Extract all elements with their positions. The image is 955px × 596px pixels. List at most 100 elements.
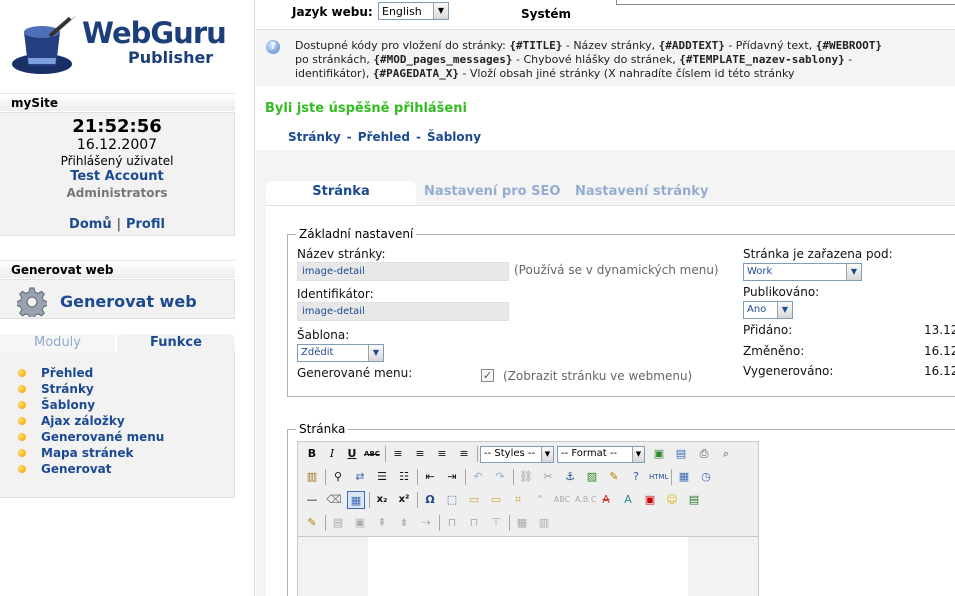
- html-source-icon[interactable]: HTML: [649, 468, 668, 486]
- layer-backward-icon[interactable]: ⌗: [509, 491, 527, 509]
- remove-format-icon[interactable]: ⌫: [325, 491, 343, 509]
- tab-page-settings[interactable]: Nastavení stránky: [575, 181, 708, 205]
- menu-item-sitemap[interactable]: Mapa stránek: [18, 445, 234, 461]
- bold-button[interactable]: B: [303, 445, 321, 463]
- profile-link[interactable]: Profil: [126, 217, 165, 232]
- anchor-icon[interactable]: ⚓: [561, 468, 579, 486]
- split-cells-icon[interactable]: ▦: [513, 514, 531, 532]
- abbr-icon[interactable]: ABC: [553, 491, 571, 509]
- horizontal-rule-icon[interactable]: —: [303, 491, 321, 509]
- cite-icon[interactable]: “: [531, 491, 549, 509]
- print-icon[interactable]: ⎙: [695, 445, 713, 463]
- acronym-icon[interactable]: A.B.C: [575, 491, 597, 509]
- bullet-list-icon[interactable]: ☰: [373, 468, 391, 486]
- editor-area[interactable]: [297, 537, 759, 596]
- language-select[interactable]: English ▼: [378, 2, 449, 20]
- cleanup-icon[interactable]: ✎: [605, 468, 623, 486]
- emoticon-icon[interactable]: ☺: [663, 491, 681, 509]
- menu-item-pages[interactable]: Stránky: [18, 381, 234, 397]
- user-name-link[interactable]: Test Account: [0, 169, 234, 185]
- strikethrough-button[interactable]: ABC: [363, 445, 381, 463]
- delete-row-icon[interactable]: ⇢: [417, 514, 435, 532]
- parent-page-select[interactable]: Work ▼: [743, 263, 862, 281]
- logo[interactable]: WebGuru Publisher: [10, 8, 240, 78]
- mysite-heading: mySite: [0, 93, 235, 111]
- inserted-icon[interactable]: A: [619, 491, 637, 509]
- media-icon[interactable]: ▤: [685, 491, 703, 509]
- editor-page[interactable]: [368, 537, 688, 596]
- breadcrumb-pages[interactable]: Stránky: [288, 130, 341, 144]
- tab-page[interactable]: Stránka: [266, 181, 416, 205]
- menu-item-generated-menu[interactable]: Generované menu: [18, 429, 234, 445]
- align-right-icon[interactable]: ≡: [433, 445, 451, 463]
- visual-aid-icon[interactable]: ▦: [347, 491, 365, 509]
- show-in-webmenu-checkbox[interactable]: ✓: [481, 369, 494, 382]
- published-select[interactable]: Ano ▼: [743, 301, 793, 319]
- info-box: ? Dostupné kódy pro vložení do stránky: …: [256, 30, 955, 86]
- page-name-input[interactable]: image-detail: [297, 262, 509, 281]
- help-button-icon[interactable]: ?: [627, 468, 645, 486]
- link-icon[interactable]: ⛓: [517, 468, 535, 486]
- paste-icon[interactable]: ▥: [303, 468, 321, 486]
- preview-icon[interactable]: ▤: [672, 445, 690, 463]
- tab-seo-settings[interactable]: Nastavení pro SEO: [424, 181, 560, 205]
- merge-cells-icon[interactable]: ▥: [535, 514, 553, 532]
- superscript-icon[interactable]: x²: [395, 491, 413, 509]
- tab-modules[interactable]: Moduly: [0, 334, 115, 352]
- search-icon[interactable]: ⌕: [717, 445, 735, 463]
- redo-icon[interactable]: ↷: [491, 468, 509, 486]
- styles-select[interactable]: -- Styles -- ▼: [480, 446, 554, 463]
- align-center-icon[interactable]: ≡: [411, 445, 429, 463]
- image-icon[interactable]: ▨: [583, 468, 601, 486]
- insert-time-icon[interactable]: ◷: [697, 468, 715, 486]
- identifier-input[interactable]: image-detail: [297, 302, 509, 321]
- select-all-icon[interactable]: ⬚: [443, 491, 461, 509]
- numbered-list-icon[interactable]: ☷: [395, 468, 413, 486]
- find-icon[interactable]: ⚲: [329, 468, 347, 486]
- row-after-icon[interactable]: ⇟: [395, 514, 413, 532]
- generate-web-button[interactable]: Generovat web: [60, 292, 197, 311]
- underline-button[interactable]: U: [343, 445, 361, 463]
- language-label: Jazyk webu:: [292, 5, 373, 19]
- delete-col-icon[interactable]: ⊤: [487, 514, 505, 532]
- menu-item-label: Generované menu: [41, 430, 165, 444]
- undo-icon[interactable]: ↶: [469, 468, 487, 486]
- tab-functions[interactable]: Funkce: [117, 334, 235, 352]
- generate-panel[interactable]: Generovat web: [0, 279, 235, 319]
- table-row-props-icon[interactable]: ▤: [329, 514, 347, 532]
- breadcrumb-overview[interactable]: Přehled: [358, 130, 410, 144]
- indent-icon[interactable]: ⇥: [443, 468, 461, 486]
- menu-item-templates[interactable]: Šablony: [18, 397, 234, 413]
- special-char-icon[interactable]: Ω: [421, 491, 439, 509]
- help-icon: ?: [266, 40, 280, 54]
- table-cell-props-icon[interactable]: ▣: [351, 514, 369, 532]
- edit-css-icon[interactable]: ✎: [303, 514, 321, 532]
- layer-icon[interactable]: ▭: [465, 491, 483, 509]
- deleted-icon[interactable]: A: [597, 491, 615, 509]
- subscript-icon[interactable]: x₂: [373, 491, 391, 509]
- align-justify-icon[interactable]: ≡: [455, 445, 473, 463]
- align-left-icon[interactable]: ≡: [389, 445, 407, 463]
- unlink-icon[interactable]: ✂: [539, 468, 557, 486]
- flash-icon[interactable]: ▣: [641, 491, 659, 509]
- generated-menu-label: Generované menu:: [297, 366, 413, 380]
- outdent-icon[interactable]: ⇤: [421, 468, 439, 486]
- row-before-icon[interactable]: ⇞: [373, 514, 391, 532]
- insert-icon[interactable]: ▣: [650, 445, 668, 463]
- italic-button[interactable]: I: [323, 445, 341, 463]
- home-link[interactable]: Domů: [69, 217, 112, 232]
- template-select[interactable]: Zdědit ▼: [297, 344, 384, 362]
- col-after-icon[interactable]: ⊓: [465, 514, 483, 532]
- format-select[interactable]: -- Format -- ▼: [557, 446, 645, 463]
- breadcrumb-templates[interactable]: Šablony: [427, 130, 481, 144]
- logo-title: WebGuru: [82, 16, 227, 50]
- menu-item-ajax-tabs[interactable]: Ajax záložky: [18, 413, 234, 429]
- layer-forward-icon[interactable]: ▭: [487, 491, 505, 509]
- replace-icon[interactable]: ⇄: [351, 468, 369, 486]
- breadcrumb: Stránky - Přehled - Šablony: [288, 130, 482, 144]
- menu-item-generate[interactable]: Generovat: [18, 461, 234, 477]
- menu-item-overview[interactable]: Přehled: [18, 365, 234, 381]
- insert-date-icon[interactable]: ▦: [675, 468, 693, 486]
- page-name-label: Název stránky:: [297, 247, 386, 261]
- col-before-icon[interactable]: ⊓: [443, 514, 461, 532]
